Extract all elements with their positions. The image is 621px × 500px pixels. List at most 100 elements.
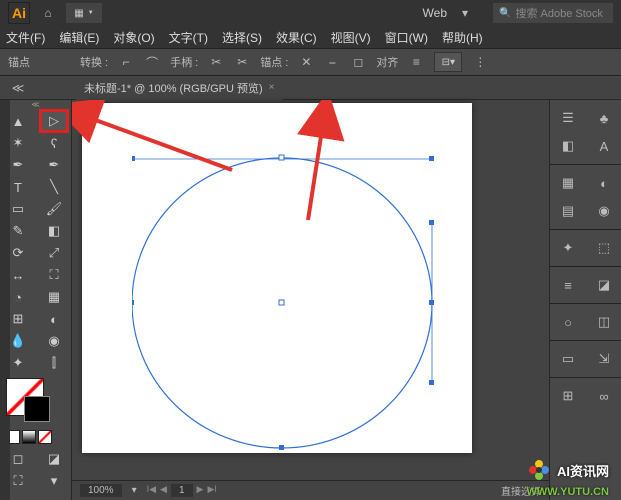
control-bar: 锚点 转换 : ⌐ ⌒ 手柄 : ✂ ✂ 锚点 : ✕ ⎯ ◻ 对齐 ≡ ⊟▾ …	[0, 48, 621, 76]
zoom-level[interactable]: 100%	[80, 484, 122, 497]
appearance-panel-icon[interactable]: ○	[553, 310, 583, 334]
curvature-tool[interactable]: ✒	[40, 154, 68, 176]
eraser-tool[interactable]: ◧	[40, 220, 68, 242]
screen-mode-tool[interactable]: ⛶	[4, 470, 32, 492]
nav-last-icon[interactable]: ▶I	[207, 484, 216, 497]
direct-selection-tool[interactable]: ▷	[40, 110, 68, 132]
convert-smooth-icon[interactable]: ⌒	[144, 54, 160, 70]
menu-effect[interactable]: 效果(C)	[276, 29, 317, 46]
remove-anchor-icon[interactable]: ✕	[298, 54, 314, 70]
change-screen-icon[interactable]: ▾	[40, 470, 68, 492]
magic-wand-tool[interactable]: ✶	[4, 132, 32, 154]
scale-tool[interactable]: ⤢	[40, 242, 68, 264]
column-graph-tool[interactable]: ⫿	[40, 352, 68, 374]
eyedropper-tool[interactable]: 💧	[4, 330, 32, 352]
swatches-panel-icon[interactable]: ◐	[589, 171, 619, 195]
graphic-styles-panel-icon[interactable]: ◫	[589, 310, 619, 334]
canvas-area[interactable]: 100% ▾ I◀ ◀ 1 ▶ ▶I 直接选择	[72, 100, 549, 500]
type-tool[interactable]: T	[4, 176, 32, 198]
drawing-mode-normal[interactable]: ◻	[4, 448, 32, 470]
free-transform-tool[interactable]: ⛶	[40, 264, 68, 286]
handle-right-bottom[interactable]	[429, 380, 434, 385]
right-panel-dock: ☰ ♣ ◧ A ▦ ◐ ▤ ◉ ✦ ⬚ ≡ ◪ ○ ◫ ▭ ⇲ ⊞ ∞	[549, 100, 621, 500]
gradient-tool[interactable]: ◐	[40, 308, 68, 330]
color-panel-icon[interactable]: ▦	[553, 171, 583, 195]
anchor-right[interactable]	[429, 300, 434, 305]
anchor-left[interactable]	[132, 300, 134, 305]
perspective-tool[interactable]: ▦	[40, 286, 68, 308]
drawing-mode-behind[interactable]: ◪	[40, 448, 68, 470]
links-panel-icon[interactable]: ∞	[589, 384, 619, 408]
anchor-top[interactable]	[279, 155, 284, 160]
toolbox-collapse-icon[interactable]: ≪	[0, 100, 71, 110]
menu-window[interactable]: 窗口(W)	[385, 29, 428, 46]
lasso-tool[interactable]: ʕ	[40, 132, 68, 154]
center-point[interactable]	[279, 300, 284, 305]
anchor-bottom[interactable]	[279, 445, 284, 450]
type-panel-icon[interactable]: A	[589, 134, 619, 158]
anchor2-label: 锚点 :	[260, 54, 288, 70]
menu-type[interactable]: 文字(T)	[169, 29, 208, 46]
width-tool[interactable]: ↔	[4, 264, 32, 286]
asset-export-icon[interactable]: ⇲	[589, 347, 619, 371]
handle-hide-icon[interactable]: ✂	[234, 54, 250, 70]
workspace-preset-label[interactable]: Web	[423, 6, 447, 20]
handle-right[interactable]	[429, 156, 434, 161]
handle-show-icon[interactable]: ✂	[208, 54, 224, 70]
menu-help[interactable]: 帮助(H)	[442, 29, 483, 46]
brushes-panel-icon[interactable]: ◉	[589, 199, 619, 223]
rectangle-tool[interactable]: ▭	[4, 198, 32, 220]
nav-next-icon[interactable]: ▶	[197, 484, 204, 497]
selection-tool[interactable]: ▲	[4, 110, 32, 132]
nav-first-icon[interactable]: I◀	[147, 484, 156, 497]
isolate-icon[interactable]: ◻	[350, 54, 366, 70]
handle-left[interactable]	[132, 156, 135, 161]
menu-edit[interactable]: 编辑(E)	[59, 29, 99, 46]
workspace-arrange-dropdown[interactable]: ▦	[66, 3, 102, 23]
close-icon[interactable]: ×	[269, 82, 275, 93]
symbols-panel-icon[interactable]: ✦	[553, 236, 583, 260]
libraries-panel-icon[interactable]: ♣	[589, 106, 619, 130]
symbol-sprayer-tool[interactable]: ✦	[4, 352, 32, 374]
menu-view[interactable]: 视图(V)	[331, 29, 371, 46]
connect-anchor-icon[interactable]: ⎯	[324, 54, 340, 70]
line-tool[interactable]: ╲	[40, 176, 68, 198]
paintbrush-tool[interactable]: 🖌	[40, 198, 68, 220]
properties-panel-icon[interactable]: ☰	[553, 106, 583, 130]
menu-object[interactable]: 对象(O)	[113, 29, 154, 46]
home-icon[interactable]: ⌂	[40, 5, 56, 21]
align-icon[interactable]: ≡	[408, 54, 424, 70]
mesh-tool[interactable]: ⊞	[4, 308, 32, 330]
pen-tool[interactable]: ✒	[4, 154, 32, 176]
tab-collapse-icon[interactable]: ≪	[10, 80, 26, 96]
color-mode-gradient[interactable]	[22, 430, 36, 444]
artboard[interactable]	[82, 103, 472, 453]
transform-panel-icon[interactable]: ⬚	[589, 236, 619, 260]
stroke-panel-icon[interactable]: ▤	[553, 199, 583, 223]
shape-builder-tool[interactable]: ◔	[4, 286, 32, 308]
shaper-tool[interactable]: ✎	[4, 220, 32, 242]
align-panel-icon[interactable]: ≡	[553, 273, 583, 297]
fill-stroke-swatch[interactable]	[0, 374, 71, 420]
align-options-dropdown[interactable]: ⊟▾	[434, 52, 462, 72]
blend-tool[interactable]: ◉	[40, 330, 68, 352]
search-input[interactable]: 搜索 Adobe Stock	[493, 3, 613, 23]
css-panel-icon[interactable]: ⊞	[553, 384, 583, 408]
document-tab[interactable]: 未标题-1* @ 100% (RGB/GPU 预览) ×	[76, 76, 283, 100]
more-icon[interactable]: ⋮	[472, 54, 488, 70]
menu-select[interactable]: 选择(S)	[222, 29, 262, 46]
layers-panel-icon[interactable]: ◧	[553, 134, 583, 158]
zoom-chevron-icon[interactable]: ▾	[132, 485, 137, 496]
convert-corner-icon[interactable]: ⌐	[118, 54, 134, 70]
nav-prev-icon[interactable]: ◀	[160, 484, 167, 497]
circle-shape[interactable]	[132, 153, 452, 473]
artboards-panel-icon[interactable]: ▭	[553, 347, 583, 371]
pathfinder-panel-icon[interactable]: ◪	[589, 273, 619, 297]
color-mode-none[interactable]	[38, 430, 52, 444]
stroke-swatch[interactable]	[24, 396, 50, 422]
artboard-number[interactable]: 1	[171, 484, 193, 497]
flower-icon	[527, 458, 551, 482]
rotate-tool[interactable]: ⟳	[4, 242, 32, 264]
handle-right-top[interactable]	[429, 220, 434, 225]
menu-file[interactable]: 文件(F)	[6, 29, 45, 46]
